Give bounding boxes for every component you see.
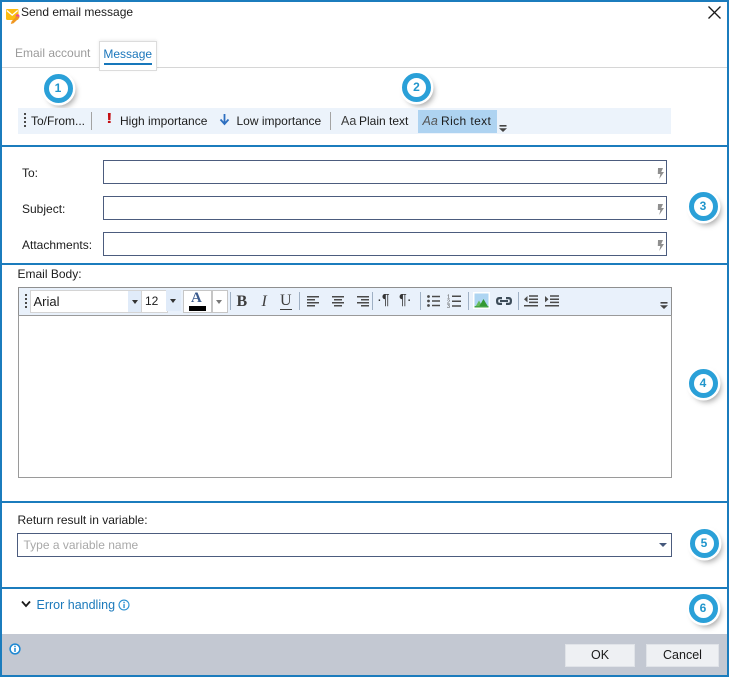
svg-text:3: 3 <box>447 304 450 308</box>
